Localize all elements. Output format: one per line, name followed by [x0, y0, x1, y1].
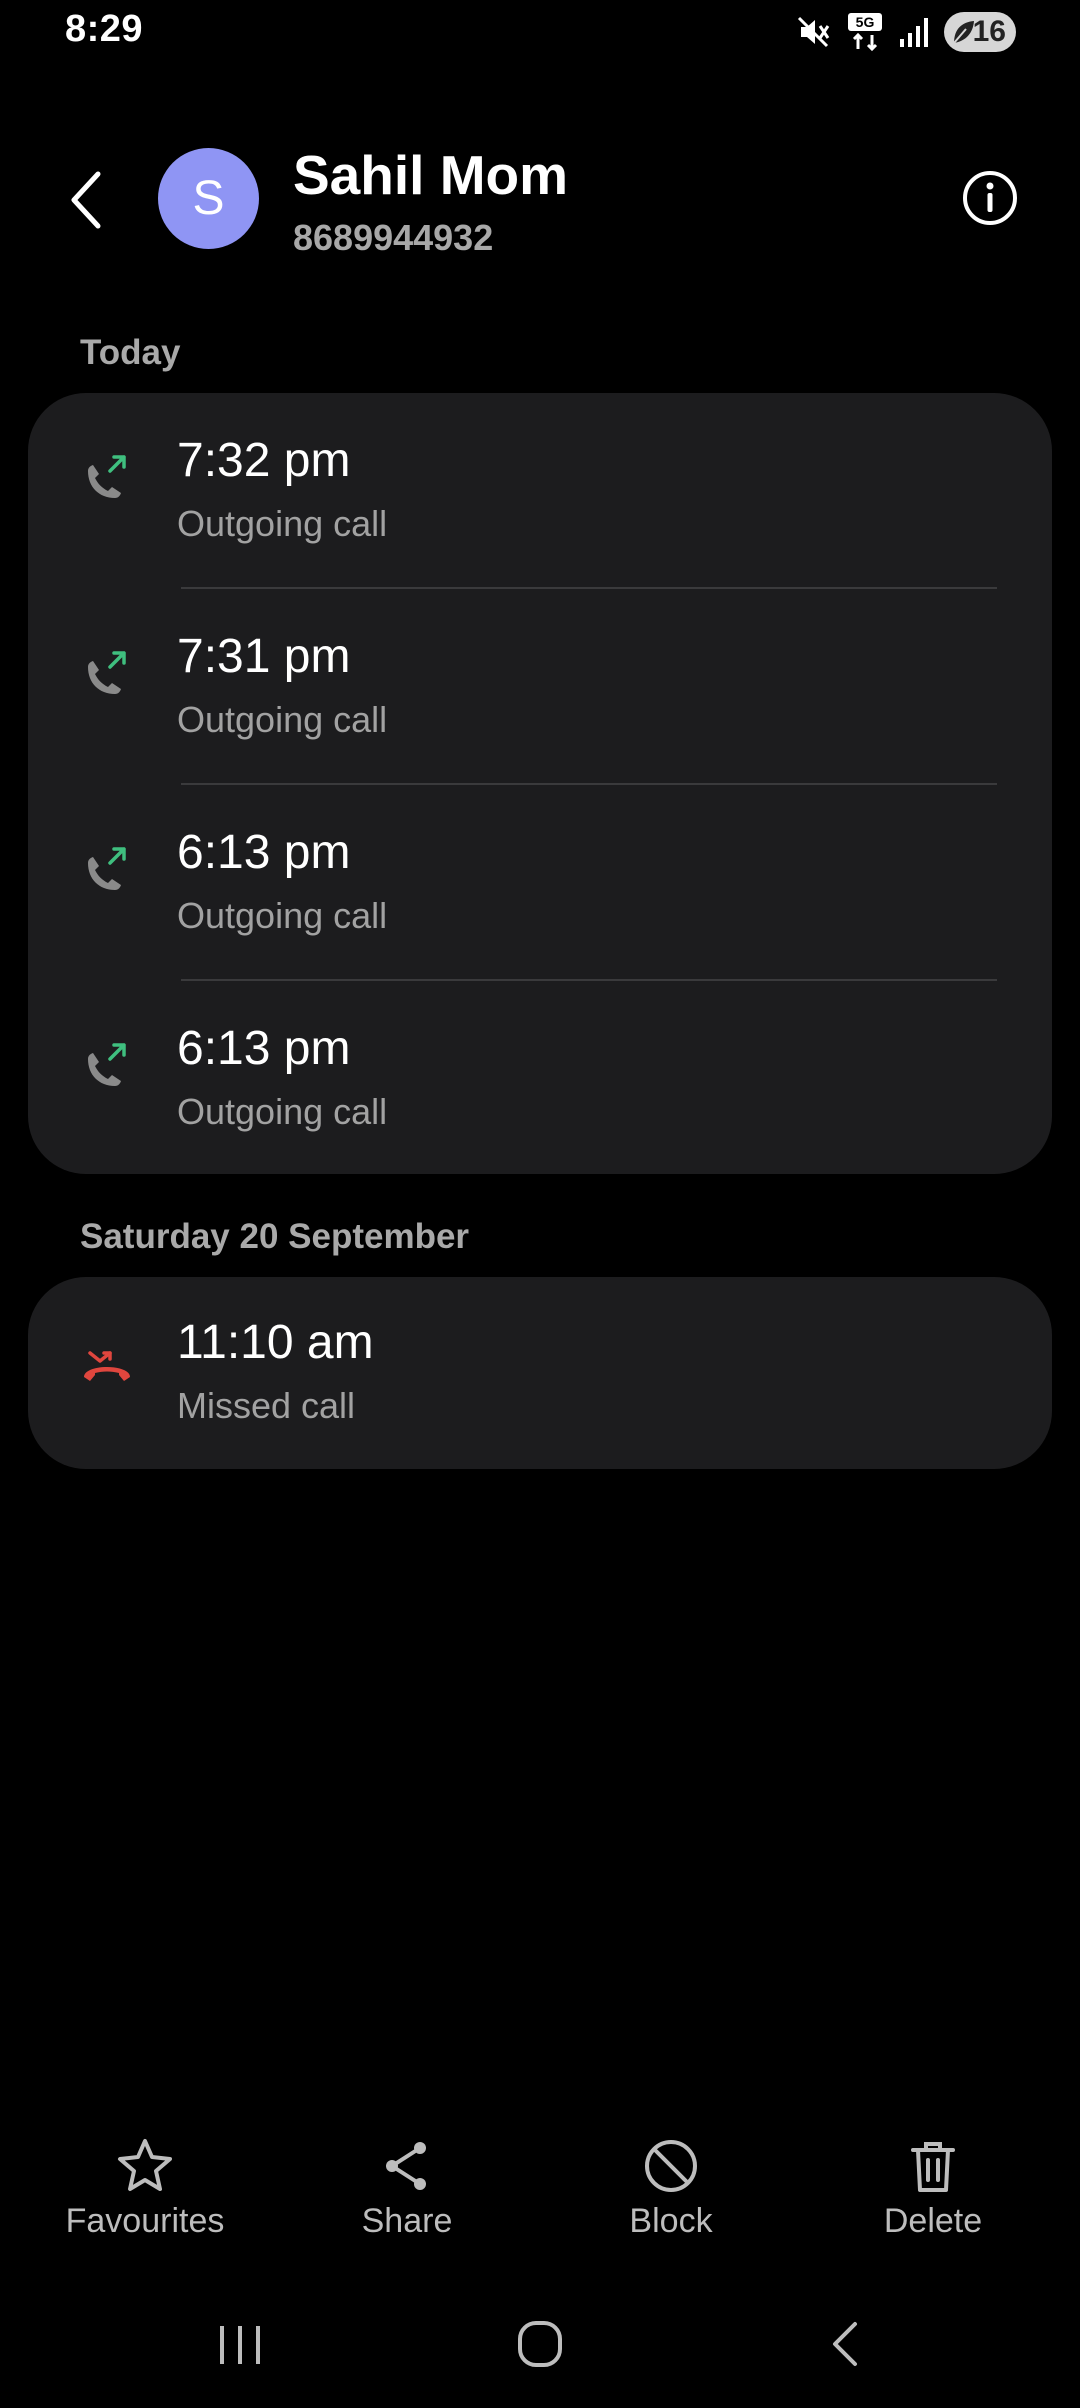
info-button[interactable] — [960, 168, 1020, 228]
trash-icon — [911, 2142, 955, 2192]
signal-icon — [898, 15, 930, 49]
system-back-button[interactable] — [805, 2314, 885, 2374]
contact-header: S Sahil Mom 8689944932 — [0, 140, 1080, 260]
block-icon — [645, 2140, 697, 2192]
contact-number: 8689944932 — [293, 217, 494, 258]
battery-icon: 16 — [944, 12, 1016, 52]
call-time: 11:10 am — [177, 1316, 374, 1369]
call-type: Missed call — [177, 1385, 356, 1426]
section-header-saturday: Saturday 20 September — [80, 1217, 470, 1256]
outgoing-call-icon — [88, 1043, 126, 1086]
block-label: Block — [629, 2202, 713, 2240]
power-saving-leaf-icon — [953, 21, 974, 44]
chevron-left-icon — [71, 171, 101, 229]
contact-name: Sahil Mom — [293, 144, 569, 206]
call-time: 7:32 pm — [177, 434, 351, 487]
outgoing-call-icon — [88, 651, 126, 694]
section-header-today: Today — [80, 333, 181, 372]
svg-text:5G: 5G — [856, 14, 875, 30]
status-time: 8:29 — [65, 8, 144, 50]
call-log-card-today: 7:32 pm Outgoing call 7:31 pm Outgoing c… — [28, 393, 1052, 1174]
missed-call-icon — [84, 1351, 130, 1381]
status-icons: 5G 16 — [796, 10, 1016, 54]
delete-button[interactable]: Delete — [833, 2128, 1033, 2258]
recent-apps-button[interactable] — [200, 2314, 280, 2374]
call-type: Outgoing call — [177, 699, 388, 740]
call-time: 6:13 pm — [177, 826, 351, 879]
system-nav-bar — [0, 2300, 1080, 2390]
call-log-row[interactable]: 7:31 pm Outgoing call — [28, 589, 1052, 785]
avatar[interactable]: S — [158, 148, 259, 249]
info-icon — [963, 171, 1017, 225]
call-type: Outgoing call — [177, 895, 388, 936]
share-icon — [386, 2142, 426, 2190]
call-log-row[interactable]: 11:10 am Missed call — [28, 1277, 1052, 1469]
recent-apps-icon — [220, 2326, 260, 2364]
call-log-row[interactable]: 6:13 pm Outgoing call — [28, 785, 1052, 981]
5g-data-icon: 5G — [846, 12, 884, 52]
delete-label: Delete — [883, 2202, 983, 2240]
home-icon — [518, 2321, 562, 2367]
back-icon — [833, 2322, 857, 2366]
status-bar: 8:29 5G 16 — [0, 0, 1080, 64]
action-bar: Favourites Share Block Delete — [0, 2128, 1080, 2258]
home-button[interactable] — [500, 2314, 580, 2374]
favourites-label: Favourites — [65, 2202, 225, 2240]
call-log-row[interactable]: 6:13 pm Outgoing call — [28, 981, 1052, 1174]
share-label: Share — [361, 2202, 453, 2240]
call-log-card-saturday: 11:10 am Missed call — [28, 1277, 1052, 1469]
block-button[interactable]: Block — [571, 2128, 771, 2258]
outgoing-call-icon — [88, 455, 126, 498]
call-time: 7:31 pm — [177, 630, 351, 683]
share-button[interactable]: Share — [307, 2128, 507, 2258]
mute-icon — [796, 14, 832, 50]
star-icon — [118, 2139, 172, 2191]
back-button[interactable] — [58, 168, 118, 232]
outgoing-call-icon — [88, 847, 126, 890]
call-log-row[interactable]: 7:32 pm Outgoing call — [28, 393, 1052, 589]
call-type: Outgoing call — [177, 1091, 388, 1132]
favourites-button[interactable]: Favourites — [45, 2128, 245, 2258]
avatar-letter: S — [192, 172, 225, 225]
call-time: 6:13 pm — [177, 1022, 351, 1075]
call-type: Outgoing call — [177, 503, 388, 544]
